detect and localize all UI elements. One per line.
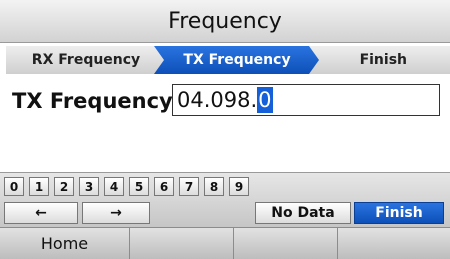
step-tx-label: TX Frequency	[183, 52, 291, 68]
menu-slot-2[interactable]	[130, 228, 234, 259]
left-arrow-icon: ←	[35, 205, 47, 221]
keypad: 0 1 2 3 4 5 6 7 8 9 ← → No Data Finish	[0, 172, 450, 227]
key-8[interactable]: 8	[204, 177, 224, 196]
right-arrow-icon: →	[110, 205, 122, 221]
key-7[interactable]: 7	[179, 177, 199, 196]
key-2[interactable]: 2	[54, 177, 74, 196]
tx-frequency-value: 04.098.	[177, 88, 258, 112]
key-3[interactable]: 3	[79, 177, 99, 196]
menu-home[interactable]: Home	[0, 228, 130, 259]
step-tx-frequency[interactable]: TX Frequency	[154, 46, 320, 74]
menu-slot-4[interactable]	[338, 228, 450, 259]
cursor-selection: 0	[257, 87, 273, 113]
cursor-left-button[interactable]: ←	[4, 202, 78, 224]
key-1[interactable]: 1	[29, 177, 49, 196]
key-4[interactable]: 4	[104, 177, 124, 196]
tx-frequency-label: TX Frequency:	[12, 89, 182, 113]
tx-frequency-input[interactable]: 04.098. 0	[172, 84, 440, 116]
cursor-right-button[interactable]: →	[82, 202, 150, 224]
step-rx-label: RX Frequency	[31, 52, 141, 68]
step-rx-frequency[interactable]: RX Frequency	[6, 46, 166, 74]
bottom-menu: Home	[0, 227, 450, 259]
page-title: Frequency	[168, 8, 282, 34]
step-finish-label: Finish	[359, 52, 407, 68]
menu-slot-3[interactable]	[234, 228, 338, 259]
step-indicator: RX Frequency TX Frequency Finish	[0, 44, 450, 76]
key-6[interactable]: 6	[154, 177, 174, 196]
no-data-button[interactable]: No Data	[255, 202, 351, 224]
key-9[interactable]: 9	[229, 177, 249, 196]
key-5[interactable]: 5	[129, 177, 149, 196]
step-finish[interactable]: Finish	[309, 46, 450, 74]
finish-button[interactable]: Finish	[354, 202, 444, 224]
key-0[interactable]: 0	[4, 177, 24, 196]
frequency-screen: Frequency RX Frequency TX Frequency Fini…	[0, 0, 450, 259]
title-bar: Frequency	[0, 0, 450, 43]
